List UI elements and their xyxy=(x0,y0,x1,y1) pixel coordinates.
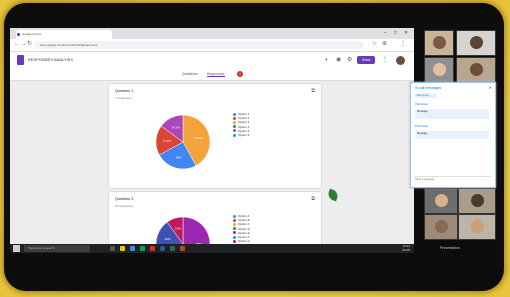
star-icon[interactable]: ☆ xyxy=(372,41,377,48)
legend-swatch xyxy=(233,227,236,231)
tab-questions[interactable]: Questions xyxy=(182,72,198,76)
windows-taskbar: Type here to search 10:24 03-05 xyxy=(10,244,414,253)
extensions-icon[interactable]: ⊕ xyxy=(382,41,387,48)
legend-swatch xyxy=(233,223,236,227)
meet-icon[interactable] xyxy=(140,246,145,251)
question-title: Question 2 xyxy=(115,197,134,201)
reload-icon[interactable]: ↻ xyxy=(27,41,32,48)
browser-tab-bar: Google Forms – □ ✕ xyxy=(10,28,414,39)
file-explorer-icon[interactable] xyxy=(120,246,125,251)
legend-swatch xyxy=(233,121,236,125)
chat-title: In-call messages xyxy=(415,86,442,90)
participant-video xyxy=(433,63,446,76)
chat-recipient: Everyone xyxy=(417,93,429,97)
url-field[interactable]: docs.google.com/forms/d/1/edit#responses xyxy=(34,41,364,49)
clock-date: 03-05 xyxy=(402,247,410,252)
participant-tile[interactable] xyxy=(458,214,496,240)
preview-icon[interactable]: ◉ xyxy=(336,57,341,64)
slice-label: 42.9% xyxy=(194,136,203,140)
participant-tile[interactable] xyxy=(456,30,496,56)
minimize-icon[interactable]: – xyxy=(384,29,387,37)
excel-icon[interactable] xyxy=(170,246,175,251)
form-tabs: Questions Responses 2 xyxy=(10,70,414,81)
forms-logo-icon xyxy=(17,55,24,65)
legend-swatch xyxy=(233,125,236,129)
settings-icon[interactable]: ⚙ xyxy=(347,57,352,64)
response-card-1: Question 1 7 responses ⧉ 42.9% 25% 17.9% 14… xyxy=(108,83,322,189)
slice-label: 14.3% xyxy=(171,126,180,130)
participant-tile[interactable] xyxy=(424,30,454,56)
chrome-icon[interactable] xyxy=(130,246,135,251)
forms-tab-icon xyxy=(17,33,20,36)
chart-legend-1: Option 1 Option 2 Option 3 Option 4 Option 5… xyxy=(233,112,249,137)
photo-frame: Google Forms – □ ✕ ← → ↻ docs.google.com… xyxy=(0,0,510,297)
legend-item: Option 6 xyxy=(233,133,249,137)
browser-tab[interactable]: Google Forms xyxy=(16,30,112,39)
participant-tile[interactable] xyxy=(424,214,458,240)
chart-legend-2: Option A Option B Option C Option D Option E… xyxy=(233,214,250,243)
close-icon[interactable]: ✕ xyxy=(404,29,408,37)
send-button[interactable]: Send xyxy=(357,56,375,64)
participant-video xyxy=(435,194,448,207)
participant-tile[interactable] xyxy=(424,57,454,83)
chat-sender: Participant xyxy=(415,124,429,128)
taskbar-search-input[interactable]: Type here to search xyxy=(24,245,90,252)
responses-count-badge: 2 xyxy=(237,71,243,77)
participant-video xyxy=(433,36,446,49)
copy-chart-icon[interactable]: ⧉ xyxy=(311,88,315,94)
participant-video xyxy=(470,63,483,76)
close-chat-icon[interactable]: ✕ xyxy=(489,85,492,90)
chat-input[interactable]: Send a message xyxy=(415,176,491,183)
presenter-caption: Presentation xyxy=(440,246,460,250)
task-view-icon[interactable] xyxy=(110,246,115,251)
form-header: RESPONSES ANALYSIS ◐ ◉ ⚙ Send ⋮ xyxy=(10,52,414,70)
palette-icon[interactable]: ◐ xyxy=(325,57,329,64)
powerpoint-icon[interactable] xyxy=(180,246,185,251)
slice-label: 20% xyxy=(165,237,171,241)
avatar[interactable] xyxy=(396,56,405,65)
windows-start-icon[interactable] xyxy=(13,245,20,252)
legend-label: Option G xyxy=(238,239,251,244)
maximize-icon[interactable]: □ xyxy=(394,29,397,37)
response-card-2: Question 2 10 responses ⧉ 50%20%20%10% O… xyxy=(108,191,322,253)
participant-tile[interactable] xyxy=(424,188,458,214)
participant-tile[interactable] xyxy=(458,188,496,214)
taskbar-clock: 10:24 03-05 xyxy=(402,244,410,252)
participant-video xyxy=(435,220,448,233)
chat-panel: In-call messages ✕ Everyone Participant … xyxy=(410,82,496,188)
response-count: 10 responses xyxy=(115,204,134,208)
app-icon[interactable] xyxy=(150,246,155,251)
copy-chart-icon[interactable]: ⧉ xyxy=(311,196,315,202)
participant-video xyxy=(470,36,483,49)
word-icon[interactable] xyxy=(160,246,165,251)
participant-tile[interactable] xyxy=(456,57,496,83)
participant-video xyxy=(471,220,484,233)
chat-message: Message xyxy=(415,131,489,139)
tab-responses[interactable]: Responses xyxy=(207,72,225,77)
legend-label: Option 6 xyxy=(238,132,250,137)
response-count: 7 responses xyxy=(115,96,132,100)
pie-chart-1: 42.9% 25% 17.9% 14.3% xyxy=(155,114,211,170)
slice-label: 25% xyxy=(175,156,181,160)
back-icon[interactable]: ← xyxy=(14,41,20,48)
browser-window: Google Forms – □ ✕ ← → ↻ docs.google.com… xyxy=(10,28,414,253)
slice-label: 10% xyxy=(175,227,181,231)
question-title: Question 1 xyxy=(115,89,134,93)
participant-video xyxy=(471,194,484,207)
tab-title: Google Forms xyxy=(22,32,42,36)
chat-sender: Participant xyxy=(415,102,429,106)
legend-swatch xyxy=(233,239,236,243)
chat-message: Message xyxy=(415,109,489,119)
form-title[interactable]: RESPONSES ANALYSIS xyxy=(28,57,73,62)
address-bar-row: ← → ↻ docs.google.com/forms/d/1/edit#res… xyxy=(10,39,414,52)
slice-label: 17.9% xyxy=(163,139,172,143)
legend-swatch xyxy=(233,133,236,137)
more-icon[interactable]: ⋮ xyxy=(382,57,388,64)
menu-icon[interactable]: ⋮ xyxy=(400,41,406,48)
legend-item: Option G xyxy=(233,239,250,243)
